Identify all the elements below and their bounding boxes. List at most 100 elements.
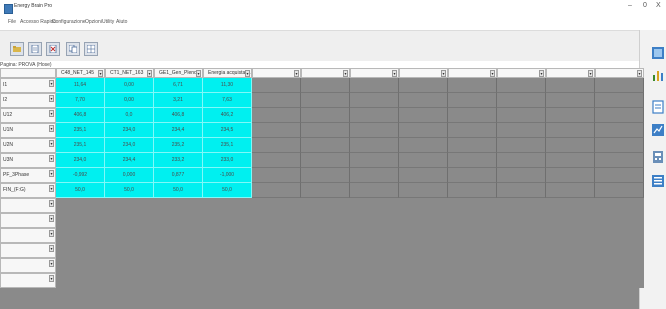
table-cell[interactable]: -1,000 (203, 168, 252, 183)
empty-cell[interactable] (105, 243, 154, 258)
close-button[interactable]: X (656, 2, 661, 9)
empty-cell[interactable] (595, 93, 644, 108)
empty-cell[interactable] (105, 273, 154, 288)
column-header[interactable]: ▾ (301, 68, 350, 78)
maximize-button[interactable]: 0 (643, 2, 647, 9)
empty-cell[interactable] (399, 93, 448, 108)
empty-cell[interactable] (252, 258, 301, 273)
column-header[interactable]: ▾ (497, 68, 546, 78)
empty-cell[interactable] (252, 228, 301, 243)
empty-cell[interactable] (301, 108, 350, 123)
empty-cell[interactable] (203, 273, 252, 288)
table-cell[interactable]: 0,00 (105, 93, 154, 108)
empty-cell[interactable] (350, 108, 399, 123)
table-cell[interactable]: 11,30 (203, 78, 252, 93)
empty-cell[interactable] (448, 138, 497, 153)
empty-cell[interactable] (546, 123, 595, 138)
empty-cell[interactable] (595, 243, 644, 258)
empty-cell[interactable] (497, 168, 546, 183)
row-header[interactable]: U12 ▾ (0, 108, 56, 123)
empty-cell[interactable] (399, 198, 448, 213)
table-cell[interactable]: 0,000 (105, 168, 154, 183)
empty-cell[interactable] (105, 228, 154, 243)
column-header[interactable]: C48_NET_145 ▾ (56, 68, 105, 78)
empty-cell[interactable] (399, 168, 448, 183)
table-cell[interactable]: 234,5 (203, 123, 252, 138)
empty-cell[interactable] (301, 213, 350, 228)
empty-cell[interactable] (252, 168, 301, 183)
column-header[interactable]: ▾ (399, 68, 448, 78)
open-button[interactable] (10, 42, 24, 56)
column-dropdown-icon[interactable]: ▾ (490, 70, 495, 77)
empty-cell[interactable] (252, 153, 301, 168)
empty-cell[interactable] (448, 153, 497, 168)
row-dropdown-icon[interactable]: ▾ (49, 155, 54, 162)
empty-cell[interactable] (448, 123, 497, 138)
row-header[interactable]: ▾ (0, 228, 56, 243)
menu-configurazione[interactable]: Configurazione (52, 19, 86, 25)
report-icon[interactable] (651, 46, 665, 60)
row-dropdown-icon[interactable]: ▾ (49, 125, 54, 132)
empty-cell[interactable] (154, 258, 203, 273)
empty-cell[interactable] (448, 243, 497, 258)
empty-cell[interactable] (350, 228, 399, 243)
minimize-button[interactable]: – (628, 2, 632, 9)
empty-cell[interactable] (497, 153, 546, 168)
table-cell[interactable]: 235,1 (56, 138, 105, 153)
chart-document-icon[interactable] (651, 123, 665, 137)
close-page-button[interactable] (46, 42, 60, 56)
empty-cell[interactable] (546, 228, 595, 243)
empty-cell[interactable] (497, 93, 546, 108)
empty-cell[interactable] (497, 213, 546, 228)
empty-cell[interactable] (546, 78, 595, 93)
empty-cell[interactable] (56, 213, 105, 228)
empty-cell[interactable] (350, 258, 399, 273)
empty-cell[interactable] (546, 213, 595, 228)
empty-cell[interactable] (56, 228, 105, 243)
table-cell[interactable]: -0,992 (56, 168, 105, 183)
table-cell[interactable]: 233,0 (203, 153, 252, 168)
document-list-icon[interactable] (651, 100, 665, 114)
empty-cell[interactable] (546, 183, 595, 198)
empty-cell[interactable] (252, 198, 301, 213)
empty-cell[interactable] (497, 243, 546, 258)
empty-cell[interactable] (448, 258, 497, 273)
empty-cell[interactable] (350, 123, 399, 138)
empty-cell[interactable] (350, 213, 399, 228)
grid-button[interactable] (84, 42, 98, 56)
row-dropdown-icon[interactable]: ▾ (49, 170, 54, 177)
empty-cell[interactable] (399, 138, 448, 153)
empty-cell[interactable] (350, 198, 399, 213)
empty-cell[interactable] (595, 123, 644, 138)
empty-cell[interactable] (252, 273, 301, 288)
empty-cell[interactable] (154, 273, 203, 288)
empty-cell[interactable] (595, 228, 644, 243)
table-cell[interactable]: 0,0 (105, 108, 154, 123)
column-dropdown-icon[interactable]: ▾ (147, 70, 152, 77)
empty-cell[interactable] (301, 273, 350, 288)
row-dropdown-icon[interactable]: ▾ (49, 275, 54, 282)
empty-cell[interactable] (154, 213, 203, 228)
empty-cell[interactable] (350, 168, 399, 183)
row-dropdown-icon[interactable]: ▾ (49, 80, 54, 87)
table-cell[interactable]: 50,0 (154, 183, 203, 198)
table-cell[interactable]: 406,2 (203, 108, 252, 123)
empty-cell[interactable] (546, 273, 595, 288)
table-cell[interactable]: 406,8 (154, 108, 203, 123)
column-header[interactable]: ▾ (595, 68, 644, 78)
row-header[interactable]: PF_3Phase ▾ (0, 168, 56, 183)
empty-cell[interactable] (399, 123, 448, 138)
menu-utility[interactable]: Utility (102, 19, 114, 25)
empty-cell[interactable] (154, 228, 203, 243)
notes-icon[interactable] (651, 174, 665, 188)
empty-cell[interactable] (448, 198, 497, 213)
empty-cell[interactable] (301, 183, 350, 198)
table-cell[interactable]: 235,2 (154, 138, 203, 153)
copy-button[interactable] (66, 42, 80, 56)
empty-cell[interactable] (595, 153, 644, 168)
row-header[interactable]: ▾ (0, 198, 56, 213)
table-cell[interactable]: 0,877 (154, 168, 203, 183)
empty-cell[interactable] (301, 243, 350, 258)
column-header[interactable]: CT1_NET_163 ▾ (105, 68, 154, 78)
menu-file[interactable]: File (8, 19, 16, 25)
